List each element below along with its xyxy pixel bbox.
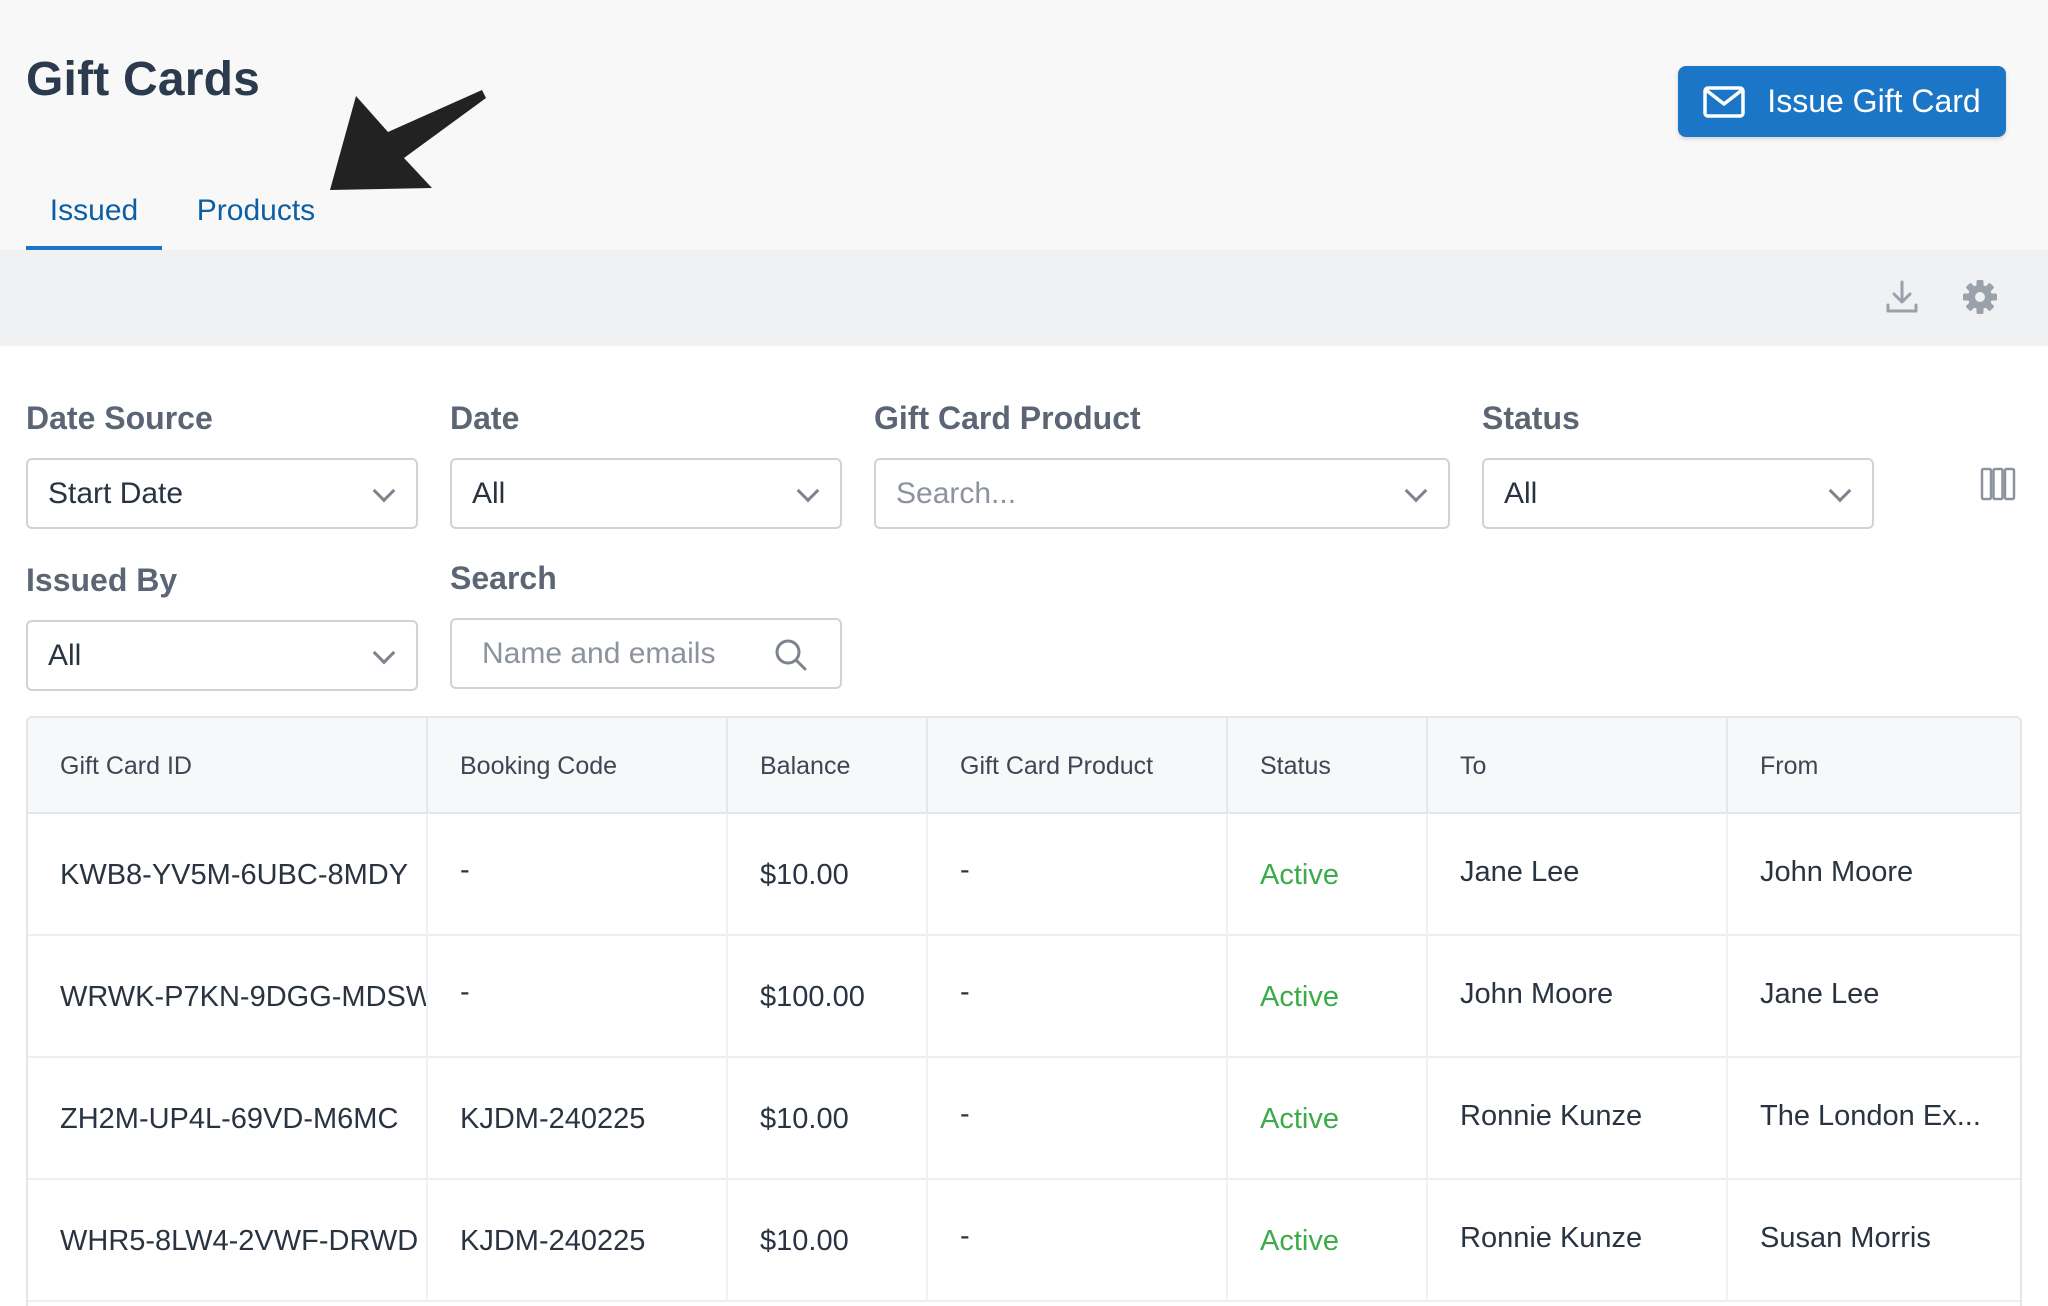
column-header-balance[interactable]: Balance [728, 718, 928, 814]
cell-gift-card-product: - [928, 1180, 1228, 1302]
cell-from: The London Ex... [1760, 1100, 1981, 1132]
cell-balance: $100.00 [728, 936, 928, 1058]
cell-booking-code: - [428, 936, 728, 1058]
table-row[interactable]: WRWK-P7KN-9DGG-MDSW - $100.00 - Active J… [28, 936, 2020, 1058]
annotation-arrow-icon [330, 90, 486, 190]
cell-gift-card-id: ZH2M-UP4L-69VD-M6MC [28, 1058, 428, 1180]
issue-gift-card-label: Issue Gift Card [1767, 83, 1981, 119]
column-header-to[interactable]: To [1428, 718, 1728, 814]
status-select[interactable]: All [1482, 458, 1874, 529]
cell-gift-card-id: KWB8-YV5M-6UBC-8MDY [28, 814, 428, 936]
tab-issued[interactable]: Issued [26, 176, 162, 250]
column-header-gift-card-product[interactable]: Gift Card Product [928, 718, 1228, 814]
page-header: Gift Cards Issue Gift Card Issued Produc… [0, 0, 2048, 250]
cell-from: John Moore [1760, 856, 1914, 888]
status-value: All [1504, 476, 1538, 510]
chevron-down-icon [1404, 479, 1428, 502]
cell-status: Active [1228, 936, 1428, 1058]
cell-from: Jane Lee [1760, 978, 1880, 1010]
cell-status: Active [1228, 814, 1428, 936]
gift-cards-page: Gift Cards Issue Gift Card Issued Produc… [0, 0, 2048, 1306]
date-source-label: Date Source [26, 400, 213, 436]
cell-balance: $10.00 [728, 1058, 928, 1180]
date-source-value: Start Date [48, 476, 184, 510]
issued-by-value: All [48, 638, 82, 672]
column-header-from[interactable]: From [1728, 718, 2020, 814]
cell-gift-card-product: - [928, 814, 1228, 936]
search-icon [775, 639, 807, 671]
cell-gift-card-product: - [928, 1058, 1228, 1180]
cell-from: Susan Morris [1760, 1222, 1931, 1254]
gift-cards-table: Gift Card ID Booking Code Balance Gift C… [26, 716, 2022, 1306]
cell-status: Active [1228, 1058, 1428, 1180]
table-row[interactable]: WHR5-8LW4-2VWF-DRWD KJDM-240225 $10.00 -… [28, 1180, 2020, 1302]
search-placeholder: Name and emails [482, 636, 716, 670]
status-label: Status [1482, 400, 1580, 436]
gift-card-product-placeholder: Search... [896, 476, 1017, 510]
cell-to: Jane Lee [1428, 814, 1728, 936]
chevron-down-icon [1828, 479, 1852, 502]
page-title: Gift Cards [26, 53, 261, 106]
tab-products[interactable]: Products [186, 176, 326, 246]
search-label: Search [450, 560, 557, 596]
columns-icon[interactable] [1980, 466, 2016, 502]
date-label: Date [450, 400, 520, 436]
chevron-down-icon [796, 479, 820, 502]
envelope-icon [1703, 85, 1746, 118]
chevron-down-icon [372, 641, 396, 664]
table-header: Gift Card ID Booking Code Balance Gift C… [28, 718, 2020, 814]
download-icon[interactable] [1883, 278, 1921, 316]
gift-card-product-select[interactable]: Search... [874, 458, 1450, 529]
cell-booking-code: KJDM-240225 [428, 1058, 728, 1180]
column-header-gift-card-id[interactable]: Gift Card ID [28, 718, 428, 814]
issued-by-select[interactable]: All [26, 620, 418, 691]
cell-to: John Moore [1428, 936, 1728, 1058]
cell-to: Ronnie Kunze [1428, 1058, 1728, 1180]
chevron-down-icon [372, 479, 396, 502]
date-select[interactable]: All [450, 458, 842, 529]
column-header-status[interactable]: Status [1228, 718, 1428, 814]
column-header-booking-code[interactable]: Booking Code [428, 718, 728, 814]
cell-gift-card-product: - [928, 936, 1228, 1058]
cell-status: Active [1228, 1180, 1428, 1302]
cell-balance: $10.00 [728, 1180, 928, 1302]
issued-by-label: Issued By [26, 562, 178, 598]
date-source-select[interactable]: Start Date [26, 458, 418, 529]
date-value: All [472, 476, 506, 510]
gift-card-product-label: Gift Card Product [874, 400, 1141, 436]
issue-gift-card-button[interactable]: Issue Gift Card [1678, 66, 2006, 137]
cell-balance: $10.00 [728, 814, 928, 936]
gear-icon[interactable] [1961, 278, 1999, 316]
cell-to: Ronnie Kunze [1428, 1180, 1728, 1302]
table-row[interactable]: KWB8-YV5M-6UBC-8MDY - $10.00 - Active Ja… [28, 814, 2020, 936]
table-row[interactable]: ZH2M-UP4L-69VD-M6MC KJDM-240225 $10.00 -… [28, 1058, 2020, 1180]
search-input[interactable]: Name and emails [450, 618, 842, 689]
cell-gift-card-id: WHR5-8LW4-2VWF-DRWD [28, 1180, 428, 1302]
table-toolbar [0, 250, 2048, 346]
cell-booking-code: - [428, 814, 728, 936]
cell-booking-code: KJDM-240225 [428, 1180, 728, 1302]
cell-gift-card-id: WRWK-P7KN-9DGG-MDSW [28, 936, 428, 1058]
